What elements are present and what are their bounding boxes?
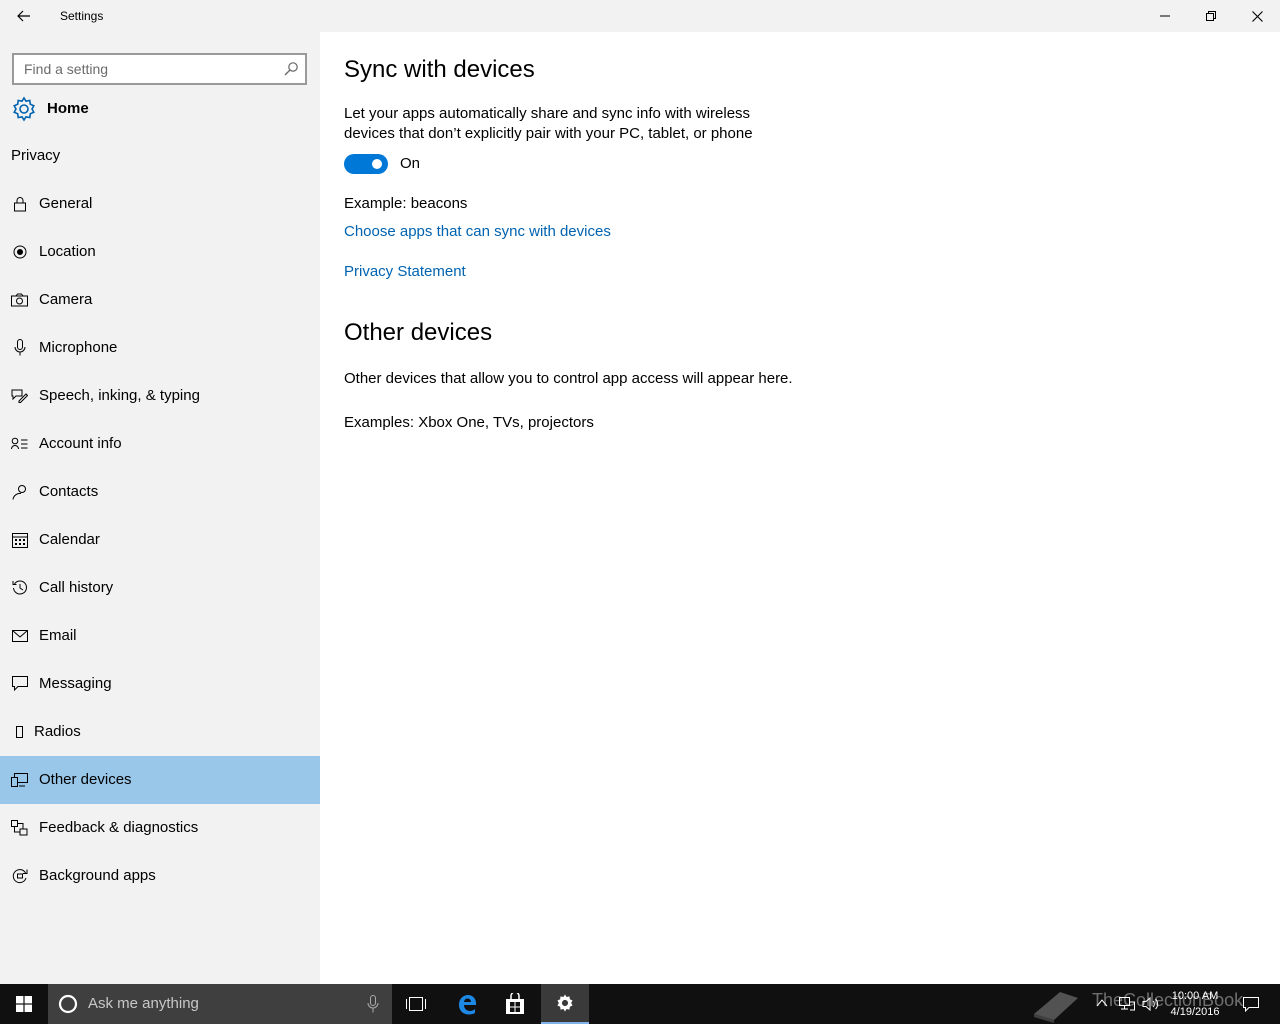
- close-button[interactable]: [1234, 0, 1280, 32]
- sidebar-item-label: General: [39, 195, 93, 212]
- clock-time: 10:00 AM: [1171, 990, 1219, 1002]
- sidebar-item-label: Feedback & diagnostics: [39, 819, 199, 836]
- sidebar-item-microphone[interactable]: Microphone: [0, 324, 320, 372]
- sidebar-item-label: Messaging: [39, 675, 112, 692]
- sidebar-item-location[interactable]: Location: [0, 228, 320, 276]
- edge-icon: [459, 995, 476, 1015]
- sidebar-item-general[interactable]: General: [0, 180, 320, 228]
- sidebar-item-contacts[interactable]: Contacts: [0, 468, 320, 516]
- volume-icon[interactable]: [1142, 996, 1160, 1012]
- sidebar-item-background-apps[interactable]: Background apps: [0, 852, 320, 900]
- window-controls: [1142, 0, 1280, 32]
- other-devices-examples: Examples: Xbox One, TVs, projectors: [344, 414, 594, 431]
- start-button[interactable]: [0, 984, 48, 1024]
- restore-icon: [1206, 11, 1216, 21]
- feedback-icon: [11, 819, 28, 836]
- store-taskbar-button[interactable]: [491, 984, 539, 1024]
- windows-logo-icon: [16, 996, 32, 1012]
- sidebar-item-calendar[interactable]: Calendar: [0, 516, 320, 564]
- search-box[interactable]: [12, 53, 307, 85]
- back-button[interactable]: [0, 0, 48, 32]
- calendar-icon: [11, 531, 28, 548]
- store-icon: [506, 993, 524, 1014]
- cortana-search-box[interactable]: Ask me anything: [48, 984, 392, 1024]
- sidebar-item-speech[interactable]: Speech, inking, & typing: [0, 372, 320, 420]
- action-center-icon[interactable]: [1242, 996, 1260, 1012]
- sidebar-item-feedback[interactable]: Feedback & diagnostics: [0, 804, 320, 852]
- sidebar-item-other-devices[interactable]: Other devices: [0, 756, 320, 804]
- gear-icon: [13, 96, 35, 122]
- sidebar-item-label: Contacts: [39, 483, 99, 500]
- sidebar: Home Privacy General Location Camera Mi: [0, 32, 320, 984]
- sync-description: Let your apps automatically share and sy…: [344, 105, 753, 142]
- chevron-up-icon[interactable]: [1096, 998, 1108, 1008]
- sidebar-item-label: Email: [39, 627, 77, 644]
- sidebar-item-label: Account info: [39, 435, 122, 452]
- background-apps-icon: [11, 867, 28, 884]
- sidebar-item-camera[interactable]: Camera: [0, 276, 320, 324]
- other-devices-description: Other devices that allow you to control …: [344, 370, 793, 387]
- sidebar-item-label: Other devices: [39, 771, 132, 788]
- messaging-icon: [11, 675, 28, 692]
- sidebar-item-messaging[interactable]: Messaging: [0, 660, 320, 708]
- cortana-search-placeholder: Ask me anything: [88, 995, 199, 1012]
- speech-icon: [11, 387, 28, 404]
- search-input[interactable]: [24, 55, 279, 83]
- sidebar-item-email[interactable]: Email: [0, 612, 320, 660]
- sidebar-item-label: Calendar: [39, 531, 100, 548]
- sidebar-item-account-info[interactable]: Account info: [0, 420, 320, 468]
- settings-taskbar-button[interactable]: [541, 984, 589, 1024]
- minimize-button[interactable]: [1142, 0, 1188, 32]
- privacy-nav-list: General Location Camera Microphone Speec…: [0, 180, 320, 900]
- task-view-button[interactable]: [392, 984, 440, 1024]
- contacts-icon: [11, 483, 28, 500]
- home-label: Home: [47, 100, 89, 117]
- home-nav-item[interactable]: Home: [0, 92, 320, 126]
- book-icon: [1034, 992, 1078, 1023]
- other-devices-heading: Other devices: [344, 319, 493, 346]
- sidebar-item-label: Call history: [39, 579, 114, 596]
- back-arrow-icon: [17, 10, 30, 22]
- gear-icon: [557, 994, 573, 1012]
- task-view-icon: [406, 997, 426, 1011]
- sidebar-item-label: Speech, inking, & typing: [39, 387, 200, 404]
- close-icon: [1251, 10, 1263, 22]
- lock-icon: [11, 195, 28, 212]
- section-label: Privacy: [11, 147, 61, 164]
- sync-heading: Sync with devices: [344, 56, 535, 83]
- toggle-knob: [372, 159, 382, 169]
- sidebar-item-label: Radios: [34, 723, 81, 740]
- email-icon: [11, 627, 28, 644]
- minimize-icon: [1160, 15, 1170, 17]
- sidebar-item-call-history[interactable]: Call history: [0, 564, 320, 612]
- radios-icon: [11, 723, 28, 740]
- camera-icon: [11, 291, 28, 308]
- clock-date: 4/19/2016: [1170, 1006, 1220, 1018]
- sidebar-item-label: Location: [39, 243, 96, 260]
- network-icon[interactable]: [1118, 996, 1136, 1012]
- search-icon[interactable]: [283, 61, 299, 77]
- taskbar: Ask me anything TheCollectionBook 10:00 …: [0, 984, 1280, 1024]
- sidebar-item-label: Background apps: [39, 867, 156, 884]
- taskbar-clock[interactable]: 10:00 AM 4/19/2016: [1165, 988, 1225, 1020]
- window-title: Settings: [60, 9, 104, 23]
- toggle-state-label: On: [400, 155, 421, 172]
- sidebar-item-label: Camera: [39, 291, 93, 308]
- account-info-icon: [11, 435, 28, 452]
- example-text: Example: beacons: [344, 195, 468, 212]
- location-icon: [11, 243, 28, 260]
- sidebar-item-label: Microphone: [39, 339, 118, 356]
- microphone-icon: [11, 339, 28, 356]
- sidebar-item-radios[interactable]: Radios: [0, 708, 320, 756]
- privacy-statement-link[interactable]: Privacy Statement: [344, 263, 466, 280]
- history-icon: [11, 579, 28, 596]
- devices-icon: [11, 771, 28, 788]
- microphone-icon[interactable]: [366, 995, 380, 1013]
- cortana-icon: [58, 994, 78, 1014]
- title-bar: Settings: [0, 0, 1280, 32]
- edge-taskbar-button[interactable]: [443, 984, 491, 1024]
- sync-toggle[interactable]: [344, 154, 388, 174]
- choose-apps-link[interactable]: Choose apps that can sync with devices: [344, 223, 611, 240]
- restore-button[interactable]: [1188, 0, 1234, 32]
